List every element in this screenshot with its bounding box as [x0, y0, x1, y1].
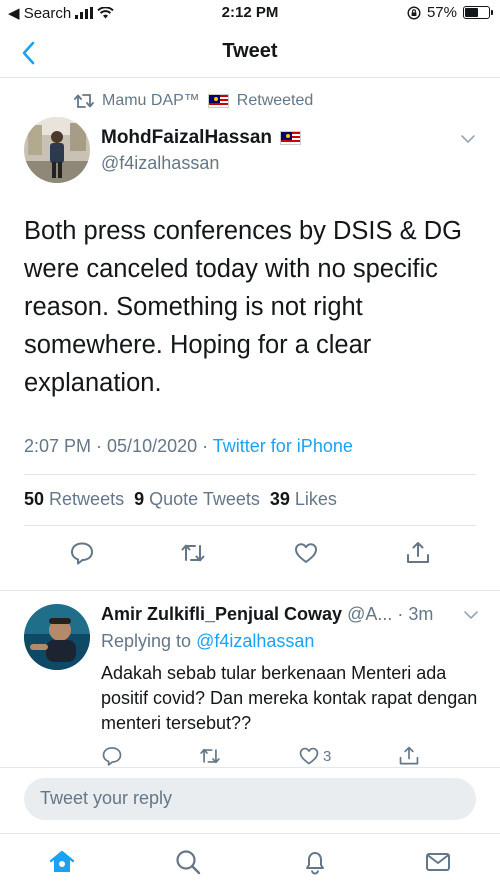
tweet-meta: 2:07 PM · 05/10/2020 · Twitter for iPhon… [24, 436, 353, 457]
tweet-text: Both press conferences by DSIS & DG were… [24, 217, 462, 397]
tweet-source-link[interactable]: Twitter for iPhone [213, 436, 353, 456]
retweet-button[interactable] [180, 540, 206, 566]
retweets-label: Retweets [49, 489, 125, 509]
reply-icon [71, 542, 93, 565]
heart-icon [295, 543, 317, 563]
battery-percent: 57% [426, 4, 457, 21]
reply-reply-button[interactable] [101, 745, 123, 767]
tweet-options-button[interactable] [460, 134, 476, 144]
reply-author-name: Amir Zulkifli_Penjual Coway [101, 604, 343, 624]
reply-icon [102, 747, 122, 766]
reply-author-avatar[interactable] [24, 604, 90, 670]
reply-retweet-button[interactable] [199, 745, 221, 767]
retweets-stat[interactable]: 50 Retweets [24, 489, 124, 510]
divider [0, 767, 500, 768]
tab-bar [0, 833, 500, 889]
tweet-timestamp: 2:07 PM · 05/10/2020 · [24, 436, 213, 456]
malaysia-flag-icon [207, 94, 229, 108]
tab-messages[interactable] [424, 848, 452, 876]
bell-icon [306, 852, 324, 875]
divider [24, 525, 476, 526]
author-avatar[interactable] [24, 117, 90, 183]
retweeted-by[interactable]: Mamu DAP™ Retweeted [74, 92, 313, 110]
tab-notifications[interactable] [301, 848, 329, 876]
retweet-icon [74, 93, 94, 109]
share-icon [399, 746, 419, 765]
retweeter-name: Mamu DAP™ [102, 92, 200, 109]
replying-to-prefix: Replying to [101, 631, 192, 651]
reply-time: · 3m [397, 604, 434, 624]
author-name: MohdFaizalHassan [101, 127, 273, 148]
likes-stat[interactable]: 39 Likes [270, 489, 337, 510]
tab-search[interactable] [174, 848, 202, 876]
author-name-row[interactable]: MohdFaizalHassan [101, 127, 302, 149]
tweet-stats: 50 Retweets 9 Quote Tweets 39 Likes [24, 489, 337, 510]
reply-button[interactable] [69, 540, 95, 566]
quotes-count: 9 [134, 489, 145, 509]
retweeted-label: Retweeted [236, 92, 314, 109]
reply-share-button[interactable] [398, 745, 420, 767]
divider [24, 474, 476, 475]
heart-icon [299, 747, 319, 765]
battery-icon [463, 6, 493, 19]
share-icon [407, 542, 429, 563]
mail-icon [426, 853, 450, 871]
status-right: 57% [407, 4, 493, 21]
page-title: Tweet [222, 40, 278, 62]
reply-options-button[interactable] [463, 610, 479, 620]
author-handle[interactable]: @f4izalhassan [101, 153, 219, 174]
chevron-down-icon [461, 135, 475, 143]
reply-author-handle: @A... [347, 604, 393, 624]
reply-text: Adakah sebab tular berkenaan Menteri ada… [101, 663, 478, 733]
chevron-down-icon [464, 611, 478, 619]
divider [0, 590, 500, 591]
share-button[interactable] [405, 540, 431, 566]
likes-label: Likes [294, 489, 337, 509]
retweets-count: 50 [24, 489, 45, 509]
status-bar: ◀ Search 2:12 PM 57% [0, 0, 500, 28]
quotes-stat[interactable]: 9 Quote Tweets [134, 489, 260, 510]
retweet-icon [200, 748, 220, 764]
tab-home[interactable] [48, 848, 76, 876]
search-icon [176, 850, 201, 875]
likes-count: 39 [269, 489, 290, 509]
reply-compose-input[interactable]: Tweet your reply [24, 778, 476, 820]
malaysia-flag-icon [280, 131, 302, 145]
like-button[interactable] [293, 540, 319, 566]
reply-like-button[interactable]: 3 [298, 745, 331, 767]
quotes-label: Quote Tweets [149, 489, 260, 509]
replying-to: Replying to @f4izalhassan [101, 631, 314, 652]
reply-author-row[interactable]: Amir Zulkifli_Penjual Coway @A... · 3m [101, 604, 433, 625]
reply-like-count: 3 [323, 747, 332, 765]
replying-to-handle-link[interactable]: @f4izalhassan [196, 631, 314, 651]
nav-bar: Tweet [0, 28, 500, 78]
orientation-lock-icon [407, 5, 421, 20]
home-icon [49, 850, 75, 872]
retweet-icon [181, 544, 205, 562]
